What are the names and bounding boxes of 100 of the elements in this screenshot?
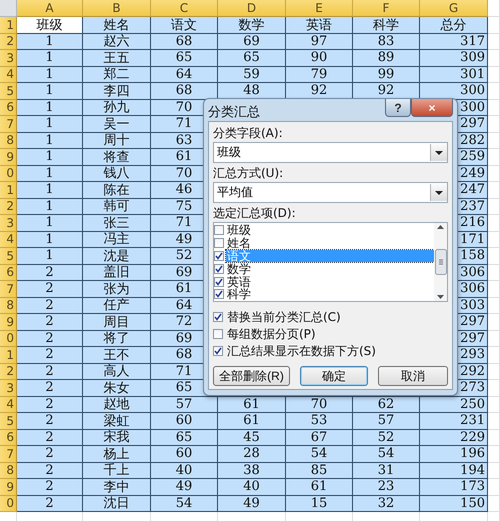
row-header[interactable]: 0 (0, 330, 17, 347)
table-cell: 49 (151, 479, 218, 496)
row-header[interactable]: 3 (0, 380, 17, 396)
empty-cell (488, 330, 500, 347)
table-cell: 1 (17, 50, 83, 66)
row-header[interactable]: 2 (0, 364, 17, 380)
close-button[interactable]: × (411, 99, 453, 117)
table-cell: 周十 (83, 132, 151, 149)
empty-cell (488, 364, 500, 380)
table-cell: 45 (218, 430, 286, 446)
row-header[interactable]: 5 (0, 83, 17, 100)
empty-cell (488, 215, 500, 232)
table-cell: 韩可 (83, 198, 151, 215)
dialog-button[interactable]: 确定 (300, 366, 368, 386)
header-cell: 科学 (353, 17, 420, 34)
dialog-button[interactable]: 取消 (378, 366, 448, 386)
row-header[interactable]: 8 (0, 298, 17, 314)
row-header[interactable]: 4 (0, 396, 17, 413)
dialog-button[interactable]: 全部删除(R) (213, 366, 290, 386)
function-dropdown[interactable]: 平均值 (213, 182, 448, 203)
table-cell: 王不 (83, 347, 151, 364)
empty-cell (488, 17, 500, 34)
row-header[interactable]: 4 (0, 66, 17, 83)
row-header[interactable]: 0 (0, 166, 17, 182)
empty-cell (488, 66, 500, 83)
column-header[interactable]: E (286, 0, 353, 17)
row-header[interactable]: 7 (0, 116, 17, 132)
row-header[interactable]: 0 (0, 496, 17, 512)
scroll-up-icon[interactable] (437, 225, 444, 229)
list-item[interactable]: 语文 (226, 250, 434, 262)
checkbox[interactable] (214, 225, 224, 236)
row-header[interactable]: 1 (0, 17, 17, 34)
checkbox[interactable] (213, 329, 223, 339)
table-cell: 孙九 (83, 100, 151, 116)
table-cell: 54 (151, 496, 218, 512)
row-header[interactable]: 8 (0, 132, 17, 149)
header-cell: 总分 (420, 17, 488, 34)
table-cell: 杨上 (83, 446, 151, 462)
table-cell: 250 (420, 396, 488, 413)
table-cell: 99 (353, 66, 420, 83)
table-cell: 朱女 (83, 380, 151, 396)
row-header[interactable]: 3 (0, 215, 17, 232)
table-cell: 1 (17, 66, 83, 83)
empty-cell (488, 100, 500, 116)
header-cell: 班级 (17, 17, 83, 34)
row-header[interactable]: 1 (0, 347, 17, 364)
table-cell: 68 (151, 83, 218, 100)
row-header[interactable]: 6 (0, 100, 17, 116)
table-cell: 1 (17, 100, 83, 116)
empty-cell (488, 248, 500, 264)
header-cell: 语文 (151, 17, 218, 34)
table-cell: 赵地 (83, 396, 151, 413)
checkbox[interactable] (214, 276, 224, 287)
table-cell: 宋我 (83, 430, 151, 446)
column-header[interactable]: F (353, 0, 420, 17)
column-header[interactable]: B (83, 0, 151, 17)
table-cell: 23 (353, 479, 420, 496)
table-cell: 冯主 (83, 232, 151, 248)
option-label[interactable]: 汇总结果显示在数据下方(S) (227, 344, 376, 358)
table-cell: 64 (151, 66, 218, 83)
row-header[interactable]: 6 (0, 430, 17, 446)
row-header[interactable]: 9 (0, 149, 17, 166)
checkbox[interactable] (214, 250, 224, 261)
row-header[interactable]: 5 (0, 248, 17, 264)
row-header[interactable]: 8 (0, 462, 17, 479)
table-cell: 194 (420, 462, 488, 479)
row-header[interactable]: 5 (0, 413, 17, 430)
row-header[interactable]: 9 (0, 314, 17, 330)
table-cell: 57 (151, 396, 218, 413)
option-label[interactable]: 替换当前分类汇总(C) (227, 310, 341, 324)
row-header[interactable]: 3 (0, 50, 17, 66)
checkbox[interactable] (214, 264, 224, 274)
column-header[interactable]: D (218, 0, 286, 17)
row-header[interactable]: 2 (0, 198, 17, 215)
empty-cell (488, 232, 500, 248)
row-header[interactable]: 7 (0, 446, 17, 462)
checkbox[interactable] (214, 289, 224, 300)
scroll-thumb[interactable] (434, 249, 446, 275)
row-header[interactable]: 2 (0, 34, 17, 50)
column-header[interactable]: C (151, 0, 218, 17)
row-header[interactable]: 7 (0, 281, 17, 298)
checkbox[interactable] (213, 346, 223, 356)
column-header[interactable]: G (420, 0, 488, 17)
table-cell: 79 (286, 66, 353, 83)
column-header[interactable]: A (17, 0, 83, 17)
help-button[interactable]: ? (385, 99, 411, 117)
table-cell: 2 (17, 330, 83, 347)
table-cell: 梁虹 (83, 413, 151, 430)
checkbox[interactable] (213, 312, 223, 322)
row-header[interactable]: 4 (0, 232, 17, 248)
group-by-dropdown[interactable]: 班级 (213, 142, 448, 163)
empty-cell (488, 380, 500, 396)
row-header[interactable]: 9 (0, 479, 17, 496)
checkbox[interactable] (214, 238, 224, 248)
row-header[interactable]: 1 (0, 182, 17, 198)
option-label[interactable]: 每组数据分页(P) (227, 326, 316, 342)
table-cell: 65 (151, 50, 218, 66)
table-cell: 周目 (83, 314, 151, 330)
table-cell: 309 (420, 50, 488, 66)
row-header[interactable]: 6 (0, 264, 17, 281)
